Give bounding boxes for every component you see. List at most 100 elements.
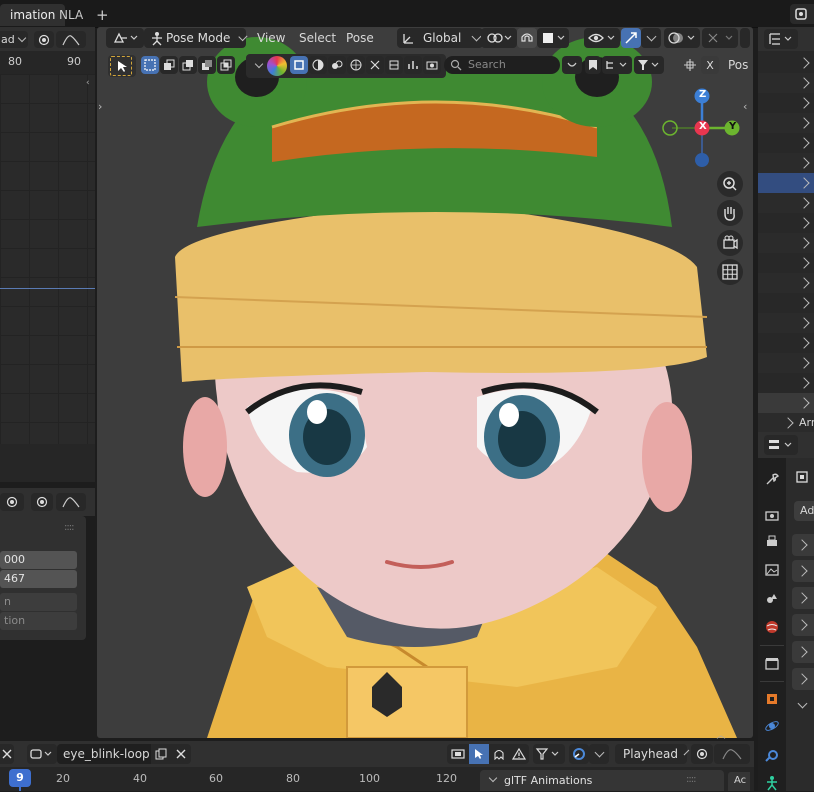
only-selected-toggle[interactable] bbox=[469, 744, 489, 764]
playhead-dropdown[interactable]: Playhead bbox=[615, 744, 690, 764]
snap-target-dropdown[interactable] bbox=[537, 28, 569, 48]
outliner-row[interactable] bbox=[758, 233, 814, 253]
only-show-selected-button[interactable] bbox=[447, 744, 469, 764]
shading-button-partial[interactable] bbox=[740, 28, 750, 48]
camera-view-button[interactable] bbox=[717, 230, 743, 256]
perspective-toggle-button[interactable] bbox=[717, 259, 743, 285]
3d-viewport[interactable] bbox=[97, 27, 753, 738]
action-name-field[interactable]: eye_blink-loop bbox=[57, 744, 151, 764]
outliner-row[interactable] bbox=[758, 253, 814, 273]
outliner-row[interactable] bbox=[758, 373, 814, 393]
action-browse-dropdown[interactable] bbox=[27, 744, 57, 764]
side-tab[interactable]: Ac bbox=[728, 772, 750, 791]
outliner-row[interactable] bbox=[758, 313, 814, 333]
panel-collapsed[interactable] bbox=[792, 668, 814, 690]
physics-tab[interactable] bbox=[763, 717, 781, 735]
object-tab[interactable] bbox=[763, 690, 781, 708]
shading-material-button[interactable] bbox=[309, 56, 327, 74]
menu-pose[interactable]: Pose bbox=[346, 31, 374, 45]
shading-solid-button[interactable] bbox=[290, 56, 308, 74]
mode-dropdown[interactable]: Pose Mode bbox=[144, 28, 248, 48]
outliner-row[interactable] bbox=[758, 293, 814, 313]
outliner-row[interactable] bbox=[758, 333, 814, 353]
pivot-dropdown[interactable] bbox=[0, 493, 24, 511]
select-mode-new[interactable] bbox=[141, 56, 159, 74]
panel-collapsed[interactable] bbox=[792, 587, 814, 609]
graph-area[interactable]: ‹ bbox=[0, 74, 95, 444]
tool-settings-tab[interactable] bbox=[763, 470, 781, 488]
scene-tab[interactable] bbox=[763, 589, 781, 607]
value-field[interactable]: tion bbox=[0, 612, 77, 630]
outliner-row[interactable] bbox=[758, 213, 814, 233]
color-wheel-icon[interactable] bbox=[267, 56, 287, 76]
outliner-row[interactable] bbox=[758, 133, 814, 153]
outliner-row[interactable] bbox=[758, 93, 814, 113]
value-field[interactable]: 000 bbox=[0, 551, 77, 569]
outliner-row[interactable] bbox=[758, 73, 814, 93]
overlay-stats-button[interactable] bbox=[404, 56, 422, 74]
outliner-row[interactable] bbox=[758, 273, 814, 293]
output-tab[interactable] bbox=[763, 533, 781, 551]
chevron-up-icon[interactable]: ︿ bbox=[714, 728, 728, 741]
select-mode-invert[interactable] bbox=[198, 56, 216, 74]
action-field[interactable]: Ad bbox=[794, 501, 814, 521]
filter-dropdown[interactable] bbox=[634, 56, 664, 74]
visibility-dropdown[interactable] bbox=[584, 28, 620, 48]
shading-sphere-button[interactable] bbox=[347, 56, 365, 74]
orientation-dropdown[interactable]: Global bbox=[397, 28, 483, 48]
outliner-row[interactable] bbox=[758, 193, 814, 213]
chevron-left-icon[interactable]: ‹ bbox=[86, 78, 93, 88]
outliner-row[interactable] bbox=[758, 393, 814, 413]
outliner-row[interactable] bbox=[758, 353, 814, 373]
collection-tab[interactable] bbox=[763, 654, 781, 672]
select-mode-subtract[interactable] bbox=[179, 56, 197, 74]
overlays-dropdown[interactable] bbox=[664, 28, 700, 48]
gizmo-toggle[interactable] bbox=[621, 28, 641, 48]
timeline-ruler[interactable]: 9 20 40 60 80 100 120 glTF Animations ::… bbox=[0, 767, 754, 791]
close-action-button[interactable] bbox=[0, 744, 14, 764]
outliner-row[interactable] bbox=[758, 53, 814, 73]
render-tab[interactable] bbox=[763, 506, 781, 524]
auto-snap-toggle[interactable] bbox=[569, 744, 589, 764]
panel-collapsed[interactable] bbox=[792, 534, 814, 556]
filter-toggle-button[interactable] bbox=[562, 56, 582, 74]
overlay-wire-button[interactable] bbox=[385, 56, 403, 74]
show-hidden-toggle[interactable] bbox=[489, 744, 509, 764]
zoom-button[interactable] bbox=[717, 171, 743, 197]
falloff-dropdown[interactable] bbox=[56, 493, 86, 511]
drag-handle-icon[interactable]: :::: bbox=[686, 774, 697, 785]
value-field[interactable]: 467 bbox=[0, 570, 77, 588]
outliner-row[interactable] bbox=[758, 153, 814, 173]
select-mode-extend[interactable] bbox=[160, 56, 178, 74]
outliner-armature-row[interactable]: Arr bbox=[758, 413, 814, 433]
snap-mode-dropdown[interactable] bbox=[589, 744, 609, 764]
drag-handle-icon[interactable]: :::: bbox=[64, 522, 75, 533]
select-mode-intersect[interactable] bbox=[217, 56, 235, 74]
armature-data-tab[interactable] bbox=[763, 774, 781, 792]
unlink-action-button[interactable] bbox=[171, 744, 191, 764]
outliner-row[interactable] bbox=[758, 113, 814, 133]
overlay-bones-button[interactable] bbox=[366, 56, 384, 74]
proportional-editing-button[interactable] bbox=[34, 31, 54, 48]
duplicate-action-button[interactable] bbox=[151, 744, 171, 764]
only-show-errors-toggle[interactable] bbox=[509, 744, 529, 764]
outliner-row-selected[interactable] bbox=[758, 173, 814, 193]
close-button[interactable]: X bbox=[701, 56, 719, 74]
current-frame-indicator[interactable]: 9 bbox=[9, 769, 31, 787]
overlay-camera-button[interactable] bbox=[423, 56, 441, 74]
search-input[interactable]: Search bbox=[444, 56, 560, 74]
shading-render-button[interactable] bbox=[328, 56, 346, 74]
value-field[interactable]: n bbox=[0, 593, 77, 611]
pivot-point-dropdown[interactable] bbox=[481, 28, 517, 48]
xray-toggle[interactable] bbox=[702, 28, 738, 48]
scene-selector[interactable] bbox=[790, 4, 814, 24]
world-tab[interactable] bbox=[763, 618, 781, 636]
panel-collapsed[interactable] bbox=[792, 614, 814, 636]
falloff-dropdown[interactable] bbox=[714, 744, 750, 764]
constraints-tab[interactable] bbox=[763, 746, 781, 764]
editor-type-dropdown[interactable] bbox=[106, 28, 144, 48]
add-workspace-button[interactable]: + bbox=[86, 4, 119, 26]
filters-dropdown[interactable] bbox=[533, 744, 565, 764]
pan-button[interactable] bbox=[717, 200, 743, 226]
pose-options-partial[interactable]: Pos bbox=[728, 58, 748, 72]
